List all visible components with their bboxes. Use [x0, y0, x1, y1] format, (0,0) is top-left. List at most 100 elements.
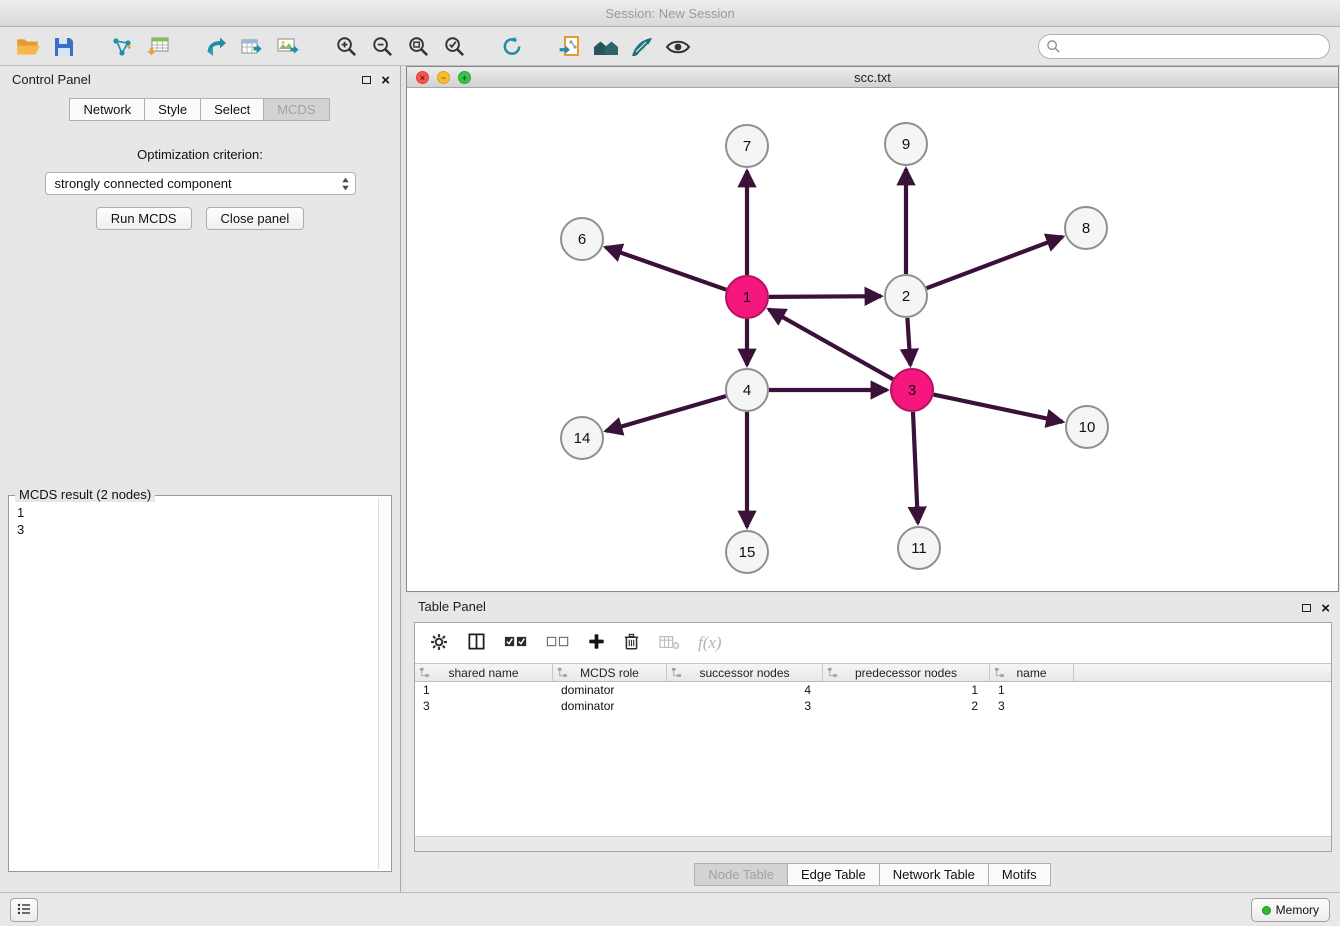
tab-mcds[interactable]: MCDS — [263, 98, 329, 121]
search-box — [1038, 34, 1330, 59]
eye-icon — [665, 37, 691, 57]
task-history-button[interactable] — [10, 898, 38, 922]
first-neighbors-button[interactable] — [588, 31, 624, 63]
run-mcds-button[interactable]: Run MCDS — [96, 207, 192, 230]
table-panel-header: Table Panel × — [406, 594, 1340, 620]
memory-button[interactable]: Memory — [1251, 898, 1330, 922]
graph-node-14[interactable]: 14 — [561, 417, 603, 459]
table-header-row: shared nameMCDS rolesuccessor nodes prede… — [415, 663, 1331, 682]
unselect-all-button[interactable] — [546, 633, 570, 653]
column-tree-icon — [671, 667, 682, 678]
float-table-panel-icon[interactable] — [1302, 604, 1311, 612]
tab-edge-table[interactable]: Edge Table — [787, 863, 880, 886]
tab-style[interactable]: Style — [144, 98, 201, 121]
show-column-button[interactable] — [467, 632, 486, 654]
export-network-icon — [204, 36, 228, 58]
graph-node-2[interactable]: 2 — [885, 275, 927, 317]
close-table-panel-icon[interactable]: × — [1321, 601, 1330, 616]
tab-network-table[interactable]: Network Table — [879, 863, 989, 886]
float-window-icon[interactable] — [362, 76, 371, 84]
column-header-label: predecessor nodes — [855, 666, 957, 680]
column-header-shared-name[interactable]: shared name — [415, 664, 553, 681]
graph-node-4[interactable]: 4 — [726, 369, 768, 411]
column-header-predecessor-nodes[interactable]: predecessor nodes — [823, 664, 990, 681]
svg-text:3: 3 — [908, 382, 916, 399]
zoom-out-button[interactable] — [364, 31, 400, 63]
export-table-button[interactable] — [234, 31, 270, 63]
graph-edge-2-8[interactable] — [927, 237, 1063, 288]
svg-text:15: 15 — [739, 544, 756, 561]
graph-edge-3-11[interactable] — [913, 412, 918, 523]
fx-icon: f(x) — [698, 633, 722, 653]
graph-edge-3-1[interactable] — [769, 309, 893, 379]
delete-column-button[interactable] — [623, 632, 640, 654]
table-hscrollbar[interactable] — [415, 836, 1331, 851]
network-canvas[interactable]: 7 9 6 8 1 2 4 3 14 10 15 11 — [407, 88, 1338, 591]
graph-node-3[interactable]: 3 — [891, 369, 933, 411]
show-graphics-button[interactable] — [660, 31, 696, 63]
column-header-name[interactable]: name — [990, 664, 1074, 681]
import-table-button[interactable] — [140, 31, 176, 63]
apply-layout-button[interactable] — [494, 31, 530, 63]
delete-table-button[interactable] — [658, 633, 680, 654]
function-builder-button[interactable]: f(x) — [698, 633, 722, 653]
table-row[interactable]: 1dominator411 — [415, 682, 1331, 698]
graph-edge-1-6[interactable] — [606, 247, 727, 289]
column-header-mcds-role[interactable]: MCDS role — [553, 664, 667, 681]
result-scrollbar[interactable] — [378, 498, 389, 869]
graph-node-11[interactable]: 11 — [898, 527, 940, 569]
svg-text:10: 10 — [1079, 419, 1096, 436]
graph-edge-2-3[interactable] — [907, 318, 910, 365]
open-session-button[interactable] — [10, 31, 46, 63]
tab-network[interactable]: Network — [69, 98, 145, 121]
tab-select[interactable]: Select — [200, 98, 264, 121]
list-icon — [16, 901, 32, 920]
zoom-selected-button[interactable] — [436, 31, 472, 63]
table-cell: 1 — [823, 682, 990, 698]
close-panel-button[interactable]: Close panel — [206, 207, 305, 230]
graph-node-7[interactable]: 7 — [726, 125, 768, 167]
table-cell: 1 — [990, 682, 1074, 698]
table-panel-title: Table Panel — [418, 599, 486, 614]
mcds-result-group: MCDS result (2 nodes) 13 — [8, 495, 392, 872]
graph-node-6[interactable]: 6 — [561, 218, 603, 260]
export-network-button[interactable] — [198, 31, 234, 63]
network-window-title: scc.txt — [854, 70, 891, 85]
clipboard-import-button[interactable] — [552, 31, 588, 63]
close-panel-icon[interactable]: × — [381, 73, 390, 88]
import-network-button[interactable] — [104, 31, 140, 63]
plus-icon — [588, 633, 605, 653]
select-all-button[interactable] — [504, 633, 528, 653]
export-image-icon — [276, 36, 300, 58]
graph-node-10[interactable]: 10 — [1066, 406, 1108, 448]
tab-motifs[interactable]: Motifs — [988, 863, 1051, 886]
graph-node-9[interactable]: 9 — [885, 123, 927, 165]
search-input[interactable] — [1038, 34, 1330, 59]
graph-edge-3-10[interactable] — [934, 395, 1063, 422]
optimization-dropdown[interactable]: strongly connected component — [45, 172, 356, 195]
graph-node-1[interactable]: 1 — [726, 276, 768, 318]
style-brush-button[interactable] — [624, 31, 660, 63]
graph-edge-4-14[interactable] — [606, 396, 726, 431]
zoom-in-button[interactable] — [328, 31, 364, 63]
zoom-fit-button[interactable] — [400, 31, 436, 63]
unchecked-boxes-icon — [546, 633, 570, 653]
close-window-icon[interactable]: × — [416, 71, 429, 84]
table-row[interactable]: 3dominator323 — [415, 698, 1331, 714]
svg-text:7: 7 — [743, 138, 751, 155]
graph-edge-1-2[interactable] — [769, 296, 881, 297]
tab-node-table[interactable]: Node Table — [694, 863, 788, 886]
network-window: × − + scc.txt 7 9 6 8 1 2 4 3 14 10 15 11 — [406, 66, 1339, 592]
zoom-window-icon[interactable]: + — [458, 71, 471, 84]
svg-text:14: 14 — [574, 430, 591, 447]
statusbar: Memory — [0, 892, 1340, 926]
create-column-button[interactable] — [588, 633, 605, 653]
table-settings-button[interactable] — [429, 632, 449, 655]
graph-node-15[interactable]: 15 — [726, 531, 768, 573]
graph-node-8[interactable]: 8 — [1065, 207, 1107, 249]
minimize-window-icon[interactable]: − — [437, 71, 450, 84]
column-header-successor-nodes[interactable]: successor nodes — [667, 664, 823, 681]
export-image-button[interactable] — [270, 31, 306, 63]
save-session-button[interactable] — [46, 31, 82, 63]
column-tree-icon — [557, 667, 568, 678]
